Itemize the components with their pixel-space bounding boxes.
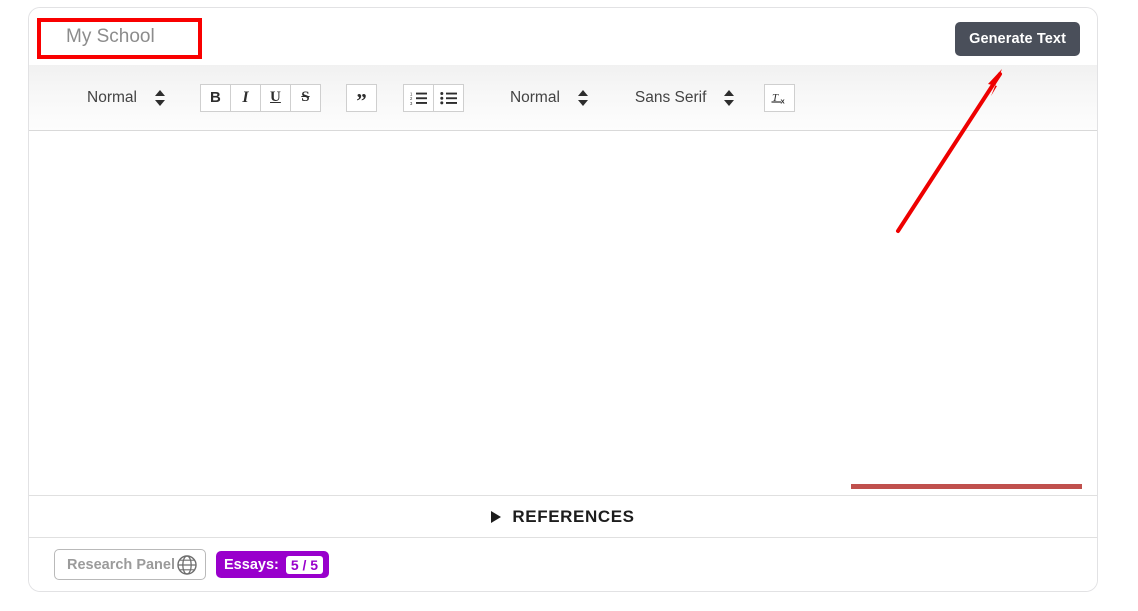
font-family-value: Sans Serif	[634, 88, 707, 106]
bullet-list-icon	[440, 91, 457, 104]
heading-format-value: Normal	[87, 88, 137, 106]
clear-formatting-icon: T x	[771, 92, 785, 105]
ordered-list-icon: 1 2 3	[410, 91, 427, 105]
title-row: Generate Text	[29, 8, 1097, 65]
ordered-list-button[interactable]: 1 2 3	[402, 83, 434, 112]
font-size-select[interactable]: Normal	[510, 85, 589, 111]
annotation-underline	[851, 484, 1082, 489]
heading-format-select[interactable]: Normal	[87, 85, 166, 111]
bold-button[interactable]: B	[199, 83, 231, 112]
strikethrough-button[interactable]: S	[289, 83, 321, 112]
font-size-value: Normal	[509, 88, 560, 106]
editor-toolbar: Normal B I U S ” 1 2 3 Normal Sans Serif…	[29, 65, 1097, 131]
text-style-button-group: B I U S	[199, 83, 321, 112]
chevron-updown-icon	[724, 89, 735, 107]
blockquote-button[interactable]: ”	[345, 83, 377, 112]
essay-title-input[interactable]	[29, 16, 886, 57]
essays-badge-count: 5 / 5	[285, 555, 324, 574]
chevron-updown-icon	[577, 89, 589, 107]
chevron-updown-icon	[154, 89, 166, 107]
editor-content-area[interactable]	[29, 131, 1097, 496]
essay-editor-card: Generate Text Normal B I U S	[28, 7, 1098, 592]
font-family-select[interactable]: Sans Serif	[635, 85, 736, 111]
svg-text:3: 3	[410, 101, 413, 105]
generate-text-button[interactable]: Generate Text	[955, 22, 1080, 56]
underline-button[interactable]: U	[259, 83, 291, 112]
clear-formatting-button[interactable]: T x	[764, 83, 796, 112]
editor-footer: Research Panel Essays: 5 / 5	[29, 538, 1097, 591]
essays-badge-label: Essays:	[224, 556, 279, 573]
italic-button[interactable]: I	[229, 83, 261, 112]
bullet-list-button[interactable]	[432, 83, 464, 112]
research-panel-button[interactable]: Research Panel	[54, 549, 207, 580]
references-toggle[interactable]: REFERENCES	[491, 507, 634, 527]
essays-quota-badge[interactable]: Essays: 5 / 5	[216, 551, 330, 578]
references-label-text: REFERENCES	[512, 506, 635, 526]
list-button-group: 1 2 3	[402, 83, 464, 112]
globe-icon	[177, 554, 197, 575]
research-panel-label: Research Panel	[67, 556, 176, 573]
svg-text:x: x	[780, 97, 785, 105]
references-section-header[interactable]: REFERENCES	[29, 496, 1097, 538]
caret-right-icon	[491, 510, 502, 523]
